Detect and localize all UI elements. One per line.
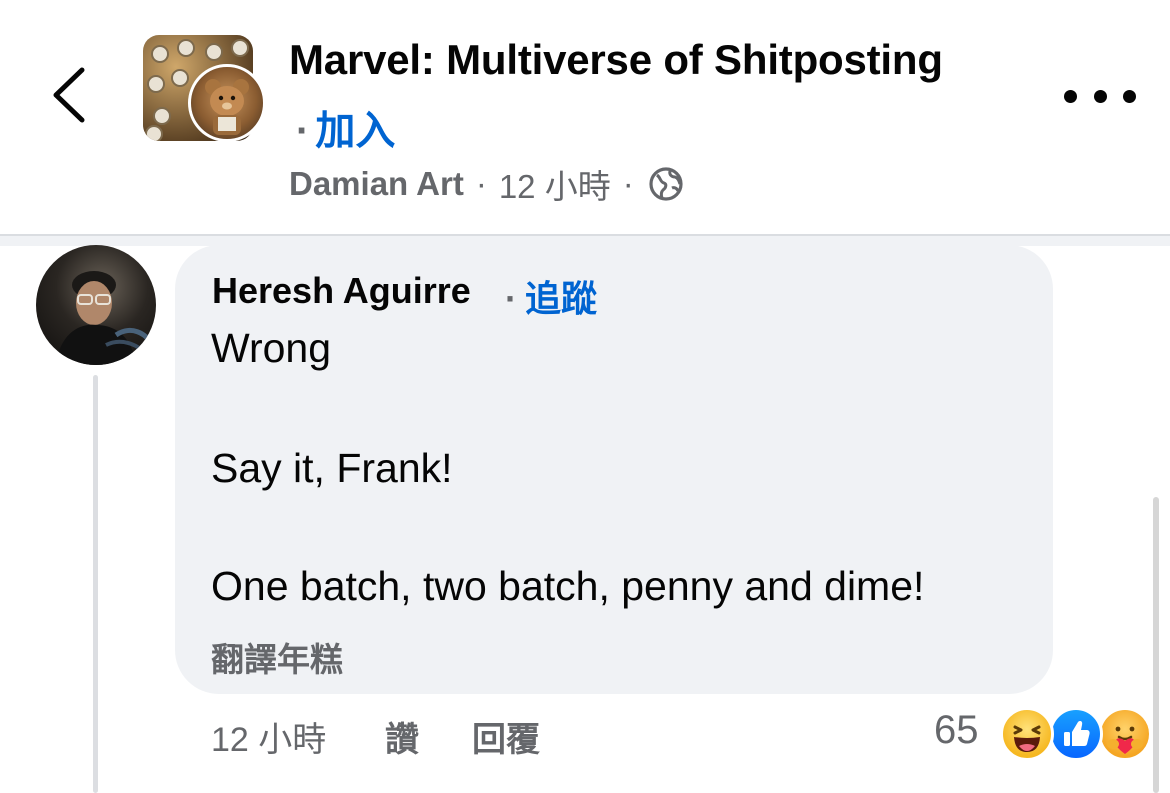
comment-text-line: One batch, two batch, penny and dime! <box>211 563 925 609</box>
commenter-name[interactable]: Heresh Aguirre <box>212 270 471 312</box>
reply-button[interactable]: 回覆 <box>472 712 540 761</box>
commenter-avatar[interactable] <box>36 245 156 365</box>
more-dot-icon <box>1064 89 1077 103</box>
post-author[interactable]: Damian Art <box>289 165 464 203</box>
comment-text-line: Wrong <box>211 325 332 371</box>
join-group-link[interactable]: 加入 <box>315 109 395 153</box>
scrollbar[interactable] <box>1153 497 1159 793</box>
care-reaction-icon[interactable] <box>1098 707 1152 761</box>
follow-link[interactable]: 追蹤 <box>525 278 597 319</box>
separator-dot: · <box>296 109 310 153</box>
more-options-button[interactable] <box>1064 78 1136 114</box>
more-dot-icon <box>1093 89 1107 103</box>
chevron-left-icon <box>53 67 85 123</box>
post-meta: Damian Art · 12 小時 · <box>289 160 684 208</box>
separator-dot: · <box>505 278 517 319</box>
like-button[interactable]: 讚 <box>385 712 419 761</box>
comment-time[interactable]: 12 小時 <box>211 712 326 761</box>
post-time[interactable]: 12 小時 <box>499 160 611 208</box>
haha-reaction-icon[interactable] <box>1000 707 1054 761</box>
like-reaction-icon[interactable] <box>1049 707 1103 761</box>
back-button[interactable] <box>40 60 100 130</box>
more-dot-icon <box>1123 89 1136 103</box>
post-header: Marvel: Multiverse of Shitposting · 加入 Da… <box>0 0 1170 235</box>
separator-dot: · <box>622 165 634 202</box>
group-name[interactable]: Marvel: Multiverse of Shitposting <box>289 36 943 84</box>
translate-link[interactable]: 翻譯年糕 <box>211 633 343 681</box>
join-row: · 加入 <box>296 98 395 156</box>
globe-icon <box>649 167 683 201</box>
comment-text-line: Say it, Frank! <box>211 445 453 491</box>
follow-row: · 追蹤 <box>505 270 597 322</box>
thread-line <box>93 375 98 793</box>
reaction-count[interactable]: 65 <box>934 708 979 753</box>
separator-dot: · <box>475 165 487 202</box>
poster-avatar[interactable] <box>188 64 266 142</box>
